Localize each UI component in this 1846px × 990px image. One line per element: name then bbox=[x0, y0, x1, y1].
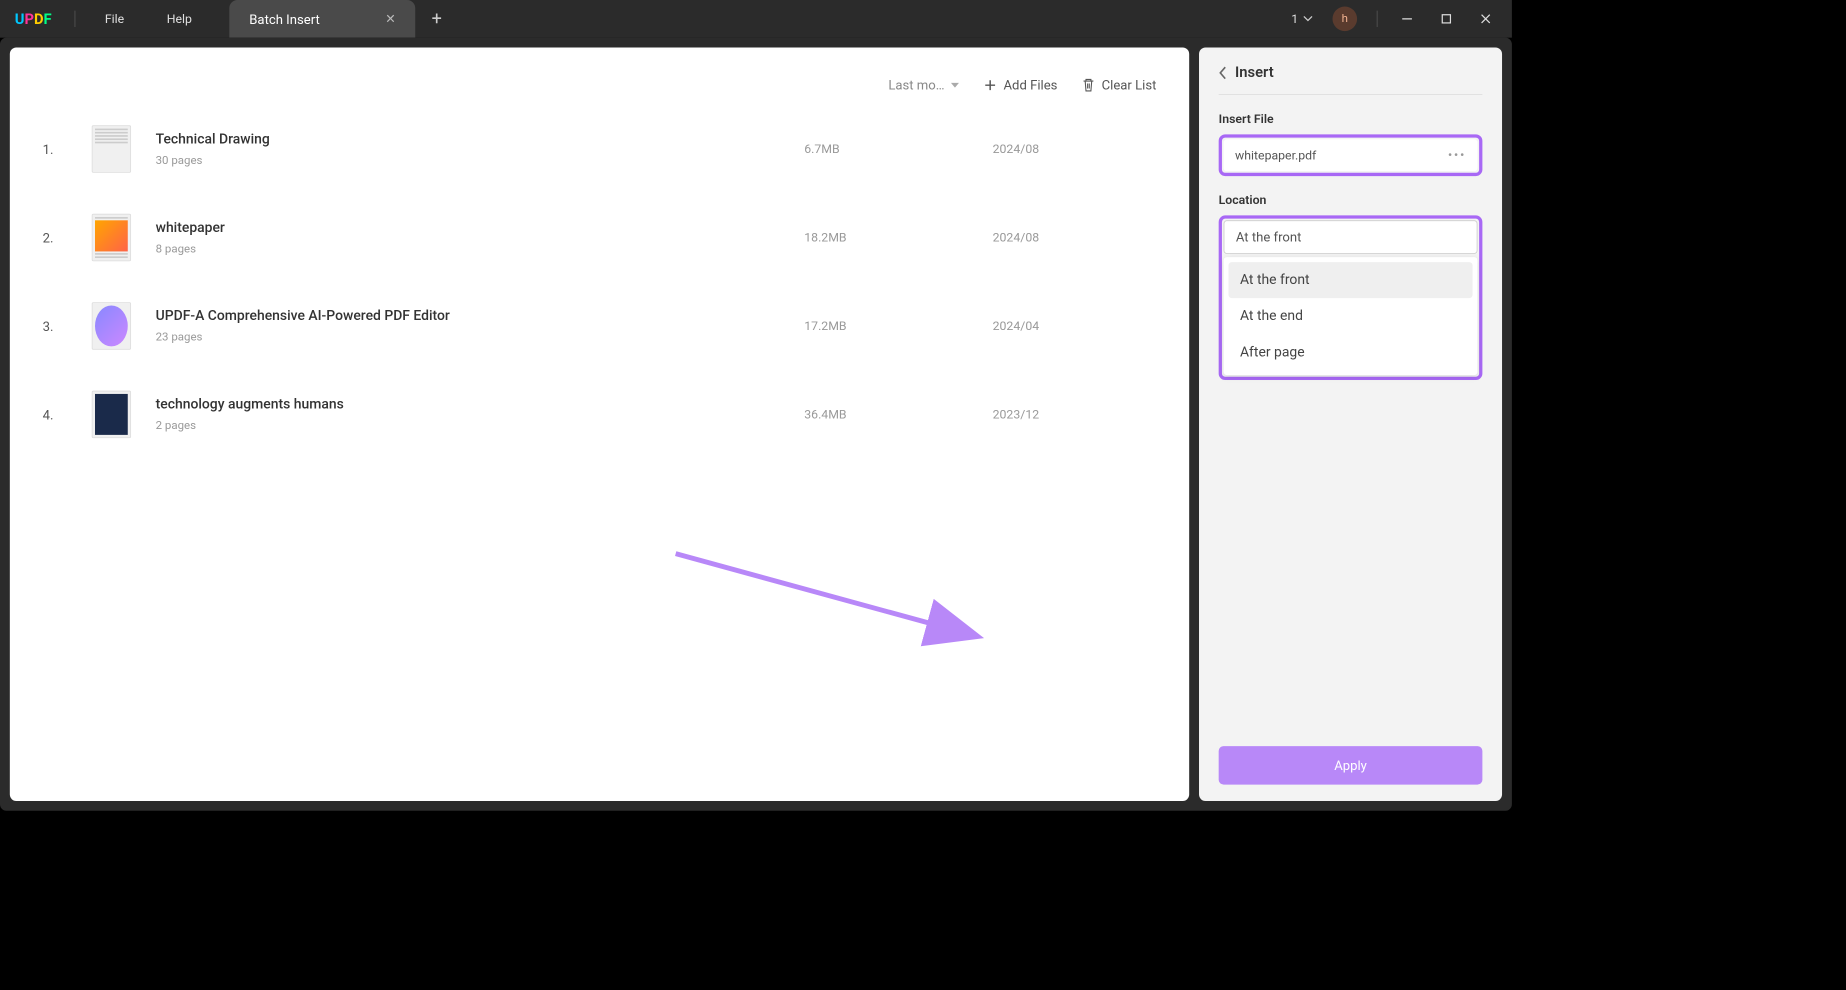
list-toolbar: Last mo… Add Files Clear List bbox=[43, 72, 1157, 117]
tab-batch-insert[interactable]: Batch Insert ✕ bbox=[230, 0, 416, 38]
file-size: 18.2MB bbox=[804, 230, 968, 245]
file-picker-ellipsis-icon[interactable]: ••• bbox=[1448, 147, 1466, 163]
location-select[interactable]: At the front bbox=[1224, 220, 1478, 254]
file-name: technology augments humans bbox=[156, 396, 780, 412]
file-row[interactable]: 1. Technical Drawing 30 pages 6.7MB 2024/08 bbox=[43, 125, 1157, 173]
divider bbox=[1377, 11, 1378, 27]
file-thumbnail bbox=[92, 302, 131, 350]
file-date: 2023/12 bbox=[993, 407, 1157, 422]
sort-dropdown[interactable]: Last mo… bbox=[888, 77, 959, 93]
file-row[interactable]: 2. whitepaper 8 pages 18.2MB 2024/08 bbox=[43, 214, 1157, 262]
location-option[interactable]: At the front bbox=[1229, 262, 1473, 298]
file-size: 17.2MB bbox=[804, 319, 968, 334]
panel-header: Insert bbox=[1219, 64, 1483, 95]
file-info: technology augments humans 2 pages bbox=[156, 396, 780, 432]
file-info: Technical Drawing 30 pages bbox=[156, 131, 780, 167]
titlebar: UPDF File Help Batch Insert ✕ + 1 h bbox=[0, 0, 1512, 38]
row-number: 2. bbox=[43, 230, 68, 246]
insert-file-highlight: whitepaper.pdf ••• bbox=[1219, 134, 1483, 176]
insert-side-panel: Insert Insert File whitepaper.pdf ••• Lo… bbox=[1199, 48, 1502, 801]
file-size: 6.7MB bbox=[804, 142, 968, 157]
insert-file-label: Insert File bbox=[1219, 111, 1483, 126]
file-info: UPDF-A Comprehensive AI-Powered PDF Edit… bbox=[156, 308, 780, 344]
tab-title: Batch Insert bbox=[249, 11, 319, 27]
file-row[interactable]: 3. UPDF-A Comprehensive AI-Powered PDF Ed… bbox=[43, 302, 1157, 350]
doc-count: 1 bbox=[1291, 11, 1298, 26]
file-pages: 2 pages bbox=[156, 419, 780, 432]
close-tab-icon[interactable]: ✕ bbox=[385, 11, 395, 26]
chevron-down-icon bbox=[1303, 16, 1313, 23]
row-number: 1. bbox=[43, 141, 68, 157]
file-row[interactable]: 4. technology augments humans 2 pages 36.4M… bbox=[43, 391, 1157, 439]
location-option[interactable]: At the end bbox=[1229, 298, 1473, 334]
file-date: 2024/04 bbox=[993, 319, 1157, 334]
row-number: 3. bbox=[43, 318, 68, 334]
insert-file-value: whitepaper.pdf bbox=[1235, 148, 1316, 163]
dropdown-triangle-icon bbox=[951, 82, 959, 87]
sort-label: Last mo… bbox=[888, 77, 944, 93]
file-size: 36.4MB bbox=[804, 407, 968, 422]
main-file-list-card: Last mo… Add Files Clear List 1. Technica… bbox=[10, 48, 1189, 801]
file-date: 2024/08 bbox=[993, 142, 1157, 157]
location-option[interactable]: After page bbox=[1229, 334, 1473, 370]
location-highlight: At the front At the frontAt the endAfter… bbox=[1219, 215, 1483, 380]
panel-title: Insert bbox=[1235, 64, 1274, 81]
apply-button[interactable]: Apply bbox=[1219, 746, 1483, 784]
minimize-button[interactable] bbox=[1389, 4, 1425, 33]
trash-icon bbox=[1082, 77, 1095, 92]
file-list: 1.Technical Drawing30 pages6.7MB2024/082… bbox=[43, 117, 1157, 446]
menu-help[interactable]: Help bbox=[145, 11, 213, 26]
close-window-button[interactable] bbox=[1468, 4, 1504, 33]
clear-list-label: Clear List bbox=[1102, 77, 1157, 93]
file-pages: 30 pages bbox=[156, 154, 780, 167]
menu-file[interactable]: File bbox=[84, 11, 146, 26]
file-thumbnail bbox=[92, 125, 131, 173]
divider bbox=[75, 11, 76, 27]
doc-count-dropdown[interactable]: 1 bbox=[1283, 11, 1321, 26]
plus-icon bbox=[984, 78, 997, 91]
user-avatar[interactable]: h bbox=[1333, 7, 1358, 32]
location-dropdown: At the frontAt the endAfter page bbox=[1224, 257, 1478, 375]
row-number: 4. bbox=[43, 407, 68, 423]
file-name: UPDF-A Comprehensive AI-Powered PDF Edit… bbox=[156, 308, 780, 324]
file-pages: 8 pages bbox=[156, 242, 780, 255]
file-thumbnail bbox=[92, 214, 131, 262]
add-files-button[interactable]: Add Files bbox=[984, 77, 1058, 93]
file-thumbnail bbox=[92, 391, 131, 439]
file-name: Technical Drawing bbox=[156, 131, 780, 147]
file-pages: 23 pages bbox=[156, 331, 780, 344]
clear-list-button[interactable]: Clear List bbox=[1082, 77, 1156, 93]
file-date: 2024/08 bbox=[993, 230, 1157, 245]
maximize-button[interactable] bbox=[1428, 4, 1464, 33]
new-tab-button[interactable]: + bbox=[432, 9, 442, 29]
app-logo: UPDF bbox=[0, 10, 66, 27]
insert-file-picker[interactable]: whitepaper.pdf ••• bbox=[1224, 139, 1478, 171]
back-chevron-icon[interactable] bbox=[1219, 66, 1227, 79]
file-name: whitepaper bbox=[156, 219, 780, 235]
add-files-label: Add Files bbox=[1004, 77, 1058, 93]
location-label: Location bbox=[1219, 192, 1483, 207]
file-info: whitepaper 8 pages bbox=[156, 219, 780, 255]
